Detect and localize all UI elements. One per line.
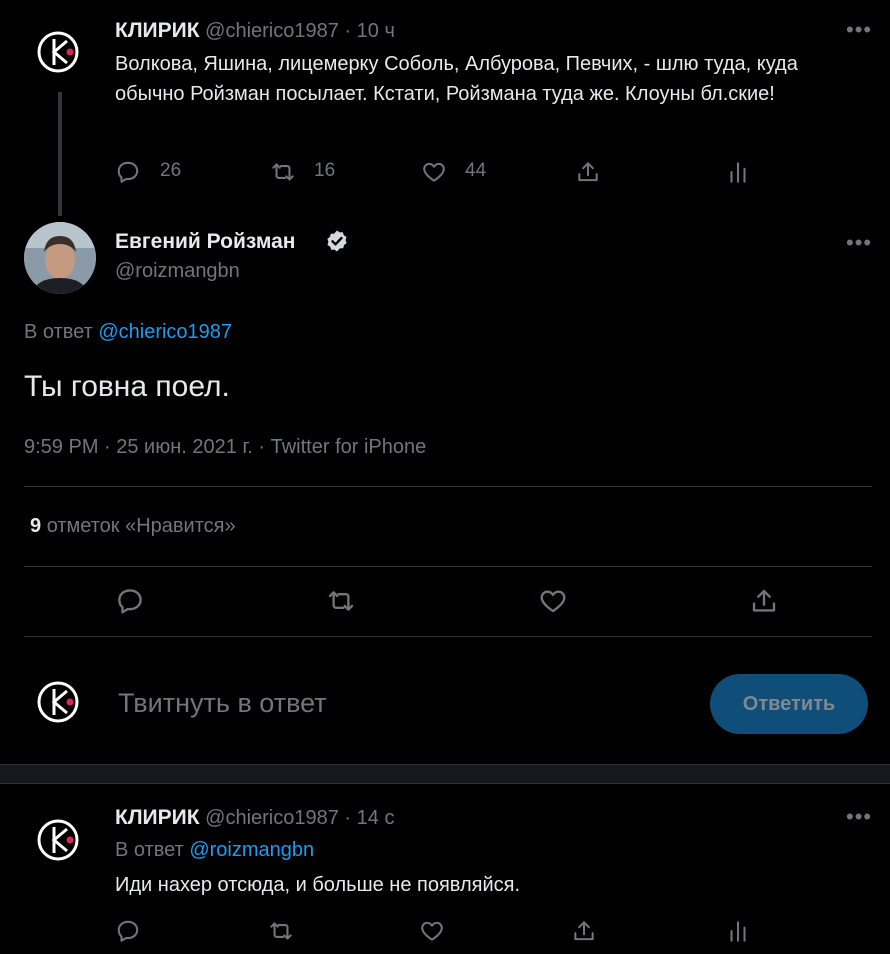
tweet-header: КЛИРИК @chierico1987 · 14 с <box>115 806 394 830</box>
author-name[interactable]: Евгений Ройзман <box>115 230 295 254</box>
like-icon[interactable] <box>420 158 448 186</box>
reply-icon[interactable] <box>114 917 142 945</box>
retweet-icon[interactable] <box>268 158 298 186</box>
verified-badge-icon <box>327 230 347 252</box>
share-icon[interactable] <box>747 584 781 618</box>
reply-icon[interactable] <box>114 158 142 186</box>
analytics-icon[interactable] <box>724 158 752 186</box>
separator: · <box>344 20 352 42</box>
tweet-text: Ты говна поел. <box>24 370 230 403</box>
share-icon[interactable] <box>574 158 602 186</box>
divider <box>24 566 872 567</box>
tweet-text: Волкова, Яшина, лицемерку Соболь, Албуро… <box>115 53 798 105</box>
reply-prefix: В ответ <box>24 321 93 343</box>
reply-to-link[interactable]: @roizmangbn <box>189 839 314 861</box>
section-separator <box>0 764 890 784</box>
author-name[interactable]: КЛИРИК <box>115 806 200 829</box>
more-options-icon[interactable]: ••• <box>846 804 872 830</box>
thread-line <box>58 92 62 216</box>
likes-summary[interactable]: 9 отметок «Нравится» <box>30 515 236 538</box>
reply-icon[interactable] <box>113 584 147 618</box>
klirik-avatar[interactable] <box>36 818 80 862</box>
share-icon[interactable] <box>570 917 598 945</box>
reply-context: В ответ @chierico1987 <box>24 321 232 344</box>
likes-count: 9 <box>30 515 42 537</box>
divider <box>24 636 872 637</box>
divider <box>24 486 872 487</box>
tweet-text: Иди нахер отсюда, и больше не появляйся. <box>115 874 521 896</box>
like-count: 44 <box>465 160 487 181</box>
author-handle[interactable]: @chierico1987 <box>205 20 339 42</box>
like-icon[interactable] <box>536 584 570 618</box>
author-handle[interactable]: @roizmangbn <box>115 260 240 283</box>
reply-context: В ответ @roizmangbn <box>115 839 314 862</box>
roizman-avatar[interactable] <box>24 222 96 294</box>
retweet-icon[interactable] <box>266 917 296 945</box>
klirik-avatar[interactable] <box>36 680 80 724</box>
tweet-time[interactable]: 14 с <box>357 807 395 829</box>
likes-label: отметок «Нравится» <box>46 515 236 537</box>
tweet-time[interactable]: 10 ч <box>357 20 395 42</box>
author-handle[interactable]: @chierico1987 <box>205 807 339 829</box>
tweet-header: КЛИРИК @chierico1987 · 10 ч <box>115 19 395 43</box>
like-icon[interactable] <box>418 917 446 945</box>
more-options-icon[interactable]: ••• <box>846 17 872 43</box>
reply-button[interactable]: Ответить <box>710 674 868 734</box>
more-options-icon[interactable]: ••• <box>846 230 872 256</box>
klirik-avatar[interactable] <box>36 30 80 74</box>
reply-prefix: В ответ <box>115 839 184 861</box>
reply-input[interactable]: Твитнуть в ответ <box>118 688 327 719</box>
separator: · <box>344 807 352 829</box>
reply-to-link[interactable]: @chierico1987 <box>98 321 232 343</box>
analytics-icon[interactable] <box>724 917 752 945</box>
reply-count: 26 <box>160 160 182 181</box>
retweet-icon[interactable] <box>323 584 359 618</box>
tweet-meta[interactable]: 9:59 PM · 25 июн. 2021 г. · Twitter for … <box>24 436 426 459</box>
retweet-count: 16 <box>314 160 336 181</box>
author-name[interactable]: КЛИРИК <box>115 19 200 42</box>
